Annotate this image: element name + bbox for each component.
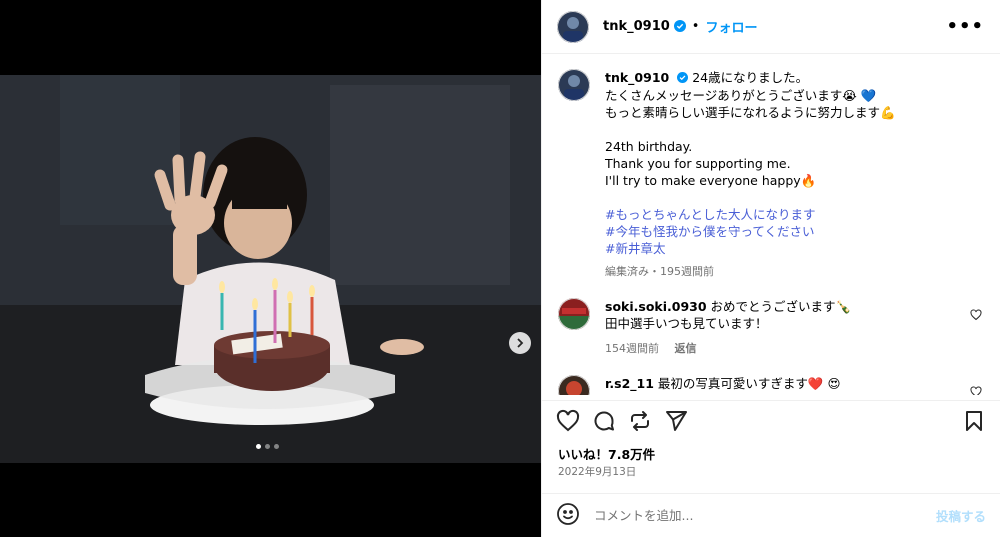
verified-icon [677,70,689,87]
heart-icon[interactable] [970,306,982,325]
separator: • [691,19,700,34]
caption-line: 24歳になりました。 [692,70,809,85]
caption-meta: 編集済み・195週間前 [605,265,714,278]
add-comment-bar: 投稿する [542,493,1000,537]
comment-item: r.s2_11 最初の写真可愛いすぎます❤️ 😍 [558,375,984,395]
action-bar [542,400,1000,440]
comment-item: soki.soki.0930 おめでとうございます🍾 田中選手いつも見ています！… [558,298,984,357]
comments-section[interactable]: tnk_0910 24歳になりました。 たくさんメッセージありがとうございます😭… [542,55,1000,395]
comment-body: おめでとうございます🍾 [710,299,852,314]
post-photo[interactable] [0,75,541,463]
comment-input[interactable] [594,508,936,523]
comment-text: soki.soki.0930 おめでとうございます🍾 田中選手いつも見ています！… [605,298,984,357]
post-header: tnk_0910 • フォロー ••• [542,0,1000,54]
commenter-avatar[interactable] [558,298,590,330]
comment-text: r.s2_11 最初の写真可愛いすぎます❤️ 😍 [605,375,984,395]
commenter-avatar[interactable] [558,375,590,395]
caption-text: tnk_0910 24歳になりました。 たくさんメッセージありがとうございます😭… [605,69,984,280]
share-icon[interactable] [628,409,652,433]
comment-body: 田中選手いつも見ています！ [605,316,768,331]
commenter-username[interactable]: r.s2_11 [605,376,654,391]
comment-icon[interactable] [592,409,616,433]
author-avatar[interactable] [557,10,589,43]
author-avatar[interactable] [558,69,590,101]
more-icon[interactable]: ••• [946,16,984,37]
birthday-photo [0,75,541,463]
hashtag-link[interactable]: #もっとちゃんとした大人になります [605,206,984,223]
caption: tnk_0910 24歳になりました。 たくさんメッセージありがとうございます😭… [558,69,984,280]
caption-line: I'll try to make everyone happy🔥 [605,173,817,188]
caption-username[interactable]: tnk_0910 [605,70,669,85]
carousel-dot [265,444,270,449]
carousel-indicator [256,444,279,449]
media-panel [0,0,541,537]
comment-time: 154週間前 [605,342,659,355]
carousel-dot [274,444,279,449]
commenter-username[interactable]: soki.soki.0930 [605,299,707,314]
hashtag-link[interactable]: #新井章太 [605,240,984,257]
caption-line: もっと素晴らしい選手になれるように努力します💪 [605,105,896,120]
hashtag-link[interactable]: #今年も怪我から僕を守ってください [605,223,984,240]
carousel-dot [256,444,261,449]
emoji-icon[interactable] [556,502,580,530]
reply-button[interactable]: 返信 [675,342,697,355]
chevron-right-icon [517,338,524,348]
comment-meta: 154週間前 返信 [605,340,960,357]
post-date: 2022年9月13日 [558,466,637,478]
heart-icon[interactable] [556,409,580,433]
heart-icon[interactable] [970,383,982,395]
author-username[interactable]: tnk_0910 [603,19,670,34]
caption-line: たくさんメッセージありがとうございます😭 💙 [605,88,877,103]
likes-count[interactable]: いいね！7.8万件 [558,444,655,463]
send-icon[interactable] [664,409,688,433]
caption-line: 24th birthday. [605,139,693,154]
bookmark-icon[interactable] [962,409,986,433]
post-details-panel: tnk_0910 • フォロー ••• tnk_0910 24歳になりました。 … [541,0,1000,537]
caption-line: Thank you for supporting me. [605,156,791,171]
comment-body: 最初の写真可愛いすぎます❤️ 😍 [657,376,841,391]
next-photo-button[interactable] [509,332,531,354]
follow-button[interactable]: フォロー [705,17,757,36]
post-comment-button[interactable]: 投稿する [936,506,986,525]
verified-icon [673,17,686,36]
